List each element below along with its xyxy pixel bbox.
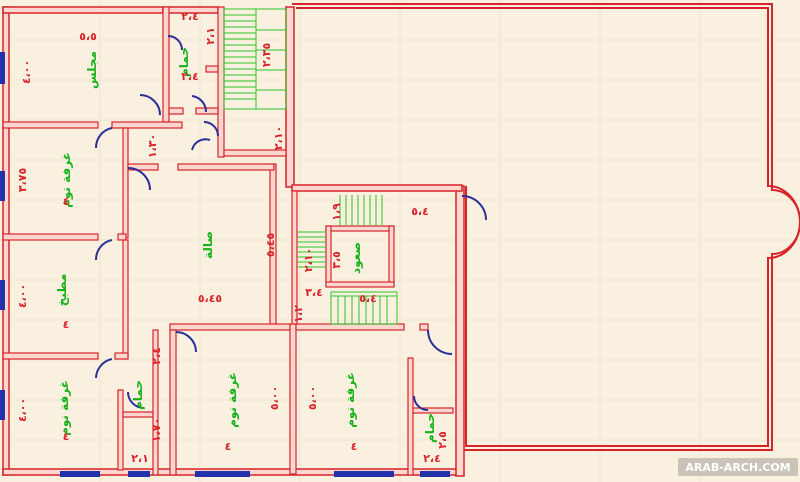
room-label-majlis: مجلس (85, 51, 99, 89)
dim-stair-w: ٢،٣٥ (260, 43, 273, 68)
dim-bed-c-h: ٥،٠٠ (268, 386, 281, 410)
room-label-stair-hall: صعود (349, 242, 364, 274)
dim-hamam-br-w: ٢،٥ (436, 431, 449, 449)
room-label-hall: صالة (201, 231, 215, 259)
dim-stair2-left2: ١،٢ (292, 305, 305, 323)
dim-bed-r-w: ٤ (351, 440, 358, 453)
dim-hamam-bl-b: ٢،١ (131, 452, 149, 465)
dim-hamam-br-b: ٢،٤ (423, 452, 441, 465)
watermark-text: ARAB-ARCH.COM (685, 461, 790, 474)
dim-stair2-mid: ٣،٥ (330, 251, 343, 269)
dim-hall-h: ٥،٤٥ (264, 233, 277, 258)
room-label-bedroom-center: غرفة نوم (225, 372, 240, 428)
dim-hamam-top-h2: ٢،٤ (181, 70, 199, 83)
dim-stair-h: ٢،١٠ (272, 126, 285, 150)
room-label-hamam-bottom-left: حمام (131, 380, 146, 410)
dim-bed-left-h: ٣،٧٥ (16, 168, 29, 193)
dim-kitchen-h: ٤،٠٠ (16, 284, 29, 308)
floor-plan: مجلس حمام غرفة نوم مطبخ غرفة نوم حمام صا… (0, 0, 800, 482)
dim-stair2-side: ٢،١٠ (302, 248, 315, 272)
dim-stair2-top: ٥،٤ (411, 205, 429, 218)
dim-stair2-left: ١،٩ (330, 203, 343, 221)
room-labels: مجلس حمام غرفة نوم مطبخ غرفة نوم حمام صا… (55, 47, 438, 443)
room-label-kitchen: مطبخ (55, 274, 69, 307)
dim-hamam-bl-w: ٢،٤ (150, 347, 163, 365)
dim-bed-bl-w: ٤ (63, 430, 70, 443)
watermark: ARAB-ARCH.COM (678, 458, 798, 476)
dim-bed-bl-h: ٤،٠٠ (16, 398, 29, 422)
dim-bed-r-h: ٥،٠٠ (306, 386, 319, 410)
dim-majlis-width: ٥،٥ (79, 30, 97, 43)
dim-hall-w: ٥،٤٥ (198, 292, 223, 305)
dim-hamam-top-h: ٢،٤ (181, 10, 199, 23)
room-label-bedroom-right: غرفة نوم (343, 372, 358, 428)
dim-stair2-bot2: ٥،٤ (359, 292, 377, 305)
dim-hamam-top-w: ٢،١ (204, 27, 217, 45)
stairs-main (223, 8, 287, 110)
dim-kitchen-w: ٤ (63, 318, 70, 331)
dim-corr-w: ١،٣٠ (146, 134, 159, 158)
dim-stair2-bot: ٣،٤ (305, 286, 323, 299)
dim-majlis-height: ٤،٠٠ (20, 60, 33, 84)
dim-bed-c-w: ٤ (225, 440, 232, 453)
dim-hamam-bl-h: ١،٧٠ (150, 418, 163, 442)
dim-bed-left-w: ٤ (63, 195, 70, 208)
room-label-bedroom-bottom-left: غرفة نوم (57, 380, 72, 436)
